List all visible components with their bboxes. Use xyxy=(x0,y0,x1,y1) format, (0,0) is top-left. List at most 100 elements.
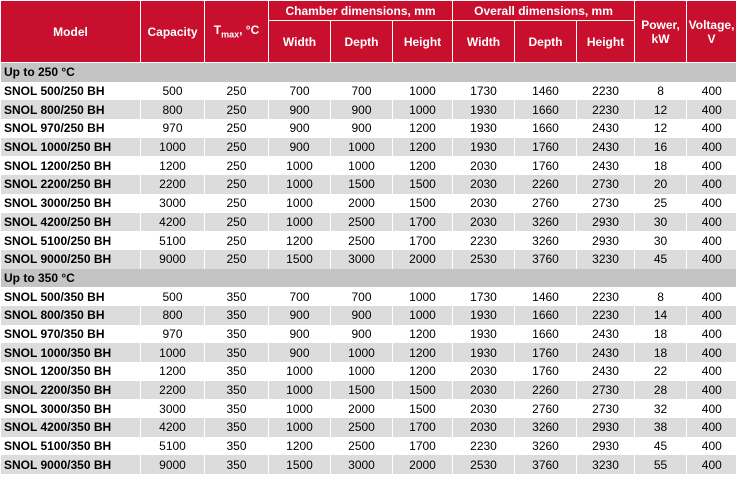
header-power: Power, kW xyxy=(634,0,688,63)
cell-overall-height: 2930 xyxy=(576,436,635,456)
cell-capacity: 1000 xyxy=(140,137,205,157)
cell-chamber-height: 1500 xyxy=(391,380,453,400)
cell-voltage: 400 xyxy=(686,137,736,157)
header-model: Model xyxy=(0,0,141,63)
cell-power: 12 xyxy=(634,119,687,138)
cell-capacity: 3000 xyxy=(140,399,205,419)
cell-chamber-width: 1000 xyxy=(268,212,331,232)
cell-overall-width: 2230 xyxy=(452,436,515,456)
cell-model: SNOL 500/350 BH xyxy=(0,287,141,306)
cell-voltage: 400 xyxy=(686,399,736,419)
cell-overall-depth: 3260 xyxy=(514,418,577,437)
cell-chamber-depth: 1500 xyxy=(330,380,393,400)
cell-overall-depth: 2260 xyxy=(514,380,577,400)
cell-chamber-depth: 1500 xyxy=(330,175,393,194)
cell-chamber-width: 1000 xyxy=(268,380,331,400)
header-voltage: Voltage, V xyxy=(686,0,736,63)
cell-overall-depth: 1760 xyxy=(514,362,577,381)
cell-chamber-height: 1500 xyxy=(391,175,453,194)
cell-power: 12 xyxy=(634,100,687,120)
cell-capacity: 2200 xyxy=(140,380,205,400)
header-chamber-group: Chamber dimensions, mm xyxy=(267,0,454,21)
header-chamber-depth: Depth xyxy=(330,20,393,63)
cell-chamber-height: 1700 xyxy=(391,231,453,250)
cell-chamber-height: 1200 xyxy=(391,324,453,344)
cell-chamber-depth: 900 xyxy=(330,305,393,325)
cell-overall-width: 2030 xyxy=(452,193,515,213)
cell-chamber-depth: 2500 xyxy=(330,418,393,437)
table-row: SNOL 2200/350 BH 2200 350 1000 1500 1500 2030 2… xyxy=(0,380,736,400)
table-row: SNOL 2200/250 BH 2200 250 1000 1500 1500 2030 2… xyxy=(0,175,736,194)
specs-table: Model Capacity Tmax, °C Chamber dimensio… xyxy=(0,0,736,475)
cell-power: 32 xyxy=(634,399,687,419)
cell-voltage: 400 xyxy=(686,305,736,325)
cell-tmax: 250 xyxy=(204,156,269,176)
cell-overall-depth: 3760 xyxy=(514,455,577,475)
cell-chamber-depth: 1000 xyxy=(330,137,393,157)
cell-overall-depth: 1660 xyxy=(514,324,577,344)
cell-chamber-width: 1200 xyxy=(268,231,331,250)
cell-chamber-depth: 2500 xyxy=(330,231,393,250)
cell-chamber-height: 1700 xyxy=(391,436,453,456)
cell-overall-width: 1930 xyxy=(452,119,515,138)
cell-chamber-width: 1000 xyxy=(268,175,331,194)
cell-chamber-width: 900 xyxy=(268,343,331,362)
cell-capacity: 970 xyxy=(140,324,205,344)
cell-chamber-width: 900 xyxy=(268,100,331,120)
cell-overall-width: 1930 xyxy=(452,100,515,120)
cell-tmax: 350 xyxy=(204,362,269,381)
cell-overall-width: 2530 xyxy=(452,455,515,475)
cell-chamber-height: 2000 xyxy=(391,249,453,269)
table-header: Model Capacity Tmax, °C Chamber dimensio… xyxy=(0,0,736,63)
cell-chamber-width: 1000 xyxy=(268,193,331,213)
cell-overall-height: 2230 xyxy=(576,81,635,101)
table-row: SNOL 4200/250 BH 4200 250 1000 2500 1700 2030 3… xyxy=(0,212,736,232)
cell-capacity: 800 xyxy=(140,100,205,120)
cell-chamber-width: 1200 xyxy=(268,436,331,456)
cell-model: SNOL 3000/350 BH xyxy=(0,399,141,419)
cell-voltage: 400 xyxy=(686,436,736,456)
cell-voltage: 400 xyxy=(686,81,736,101)
cell-power: 20 xyxy=(634,175,687,194)
cell-chamber-height: 2000 xyxy=(391,455,453,475)
cell-overall-height: 2230 xyxy=(576,287,635,306)
cell-power: 18 xyxy=(634,156,687,176)
section-row: Up to 250 °C xyxy=(0,62,736,82)
cell-chamber-width: 900 xyxy=(268,137,331,157)
table-row: SNOL 3000/250 BH 3000 250 1000 2000 1500 2030 2… xyxy=(0,193,736,213)
cell-chamber-width: 1500 xyxy=(268,249,331,269)
cell-tmax: 250 xyxy=(204,231,269,250)
header-overall-depth: Depth xyxy=(514,20,578,63)
cell-overall-height: 2930 xyxy=(576,212,635,232)
cell-chamber-depth: 700 xyxy=(330,81,393,101)
cell-overall-height: 2930 xyxy=(576,418,635,437)
cell-overall-height: 3230 xyxy=(576,249,635,269)
header-tmax-symbol: T xyxy=(213,23,222,38)
cell-model: SNOL 970/250 BH xyxy=(0,119,141,138)
cell-chamber-height: 1200 xyxy=(391,156,453,176)
cell-chamber-height: 1200 xyxy=(391,137,453,157)
cell-chamber-width: 700 xyxy=(268,81,331,101)
cell-voltage: 400 xyxy=(686,343,736,362)
cell-overall-height: 2930 xyxy=(576,231,635,250)
cell-capacity: 5100 xyxy=(140,231,205,250)
cell-model: SNOL 1200/250 BH xyxy=(0,156,141,176)
cell-power: 30 xyxy=(634,212,687,232)
cell-overall-width: 2030 xyxy=(452,399,515,419)
cell-model: SNOL 1000/250 BH xyxy=(0,137,141,157)
table-row: SNOL 9000/350 BH 9000 350 1500 3000 2000 2530 3… xyxy=(0,455,736,475)
cell-overall-width: 2030 xyxy=(452,418,515,437)
cell-overall-depth: 3260 xyxy=(514,231,577,250)
cell-overall-width: 2030 xyxy=(452,175,515,194)
cell-chamber-depth: 3000 xyxy=(330,249,393,269)
cell-chamber-depth: 3000 xyxy=(330,455,393,475)
cell-chamber-width: 1000 xyxy=(268,362,331,381)
cell-overall-height: 2730 xyxy=(576,193,635,213)
cell-overall-depth: 2760 xyxy=(514,193,577,213)
cell-model: SNOL 4200/250 BH xyxy=(0,212,141,232)
cell-chamber-height: 1200 xyxy=(391,119,453,138)
cell-chamber-height: 1700 xyxy=(391,418,453,437)
cell-tmax: 350 xyxy=(204,343,269,362)
cell-chamber-width: 900 xyxy=(268,119,331,138)
table-row: SNOL 800/250 BH 800 250 900 900 1000 1930 1660 2… xyxy=(0,100,736,120)
